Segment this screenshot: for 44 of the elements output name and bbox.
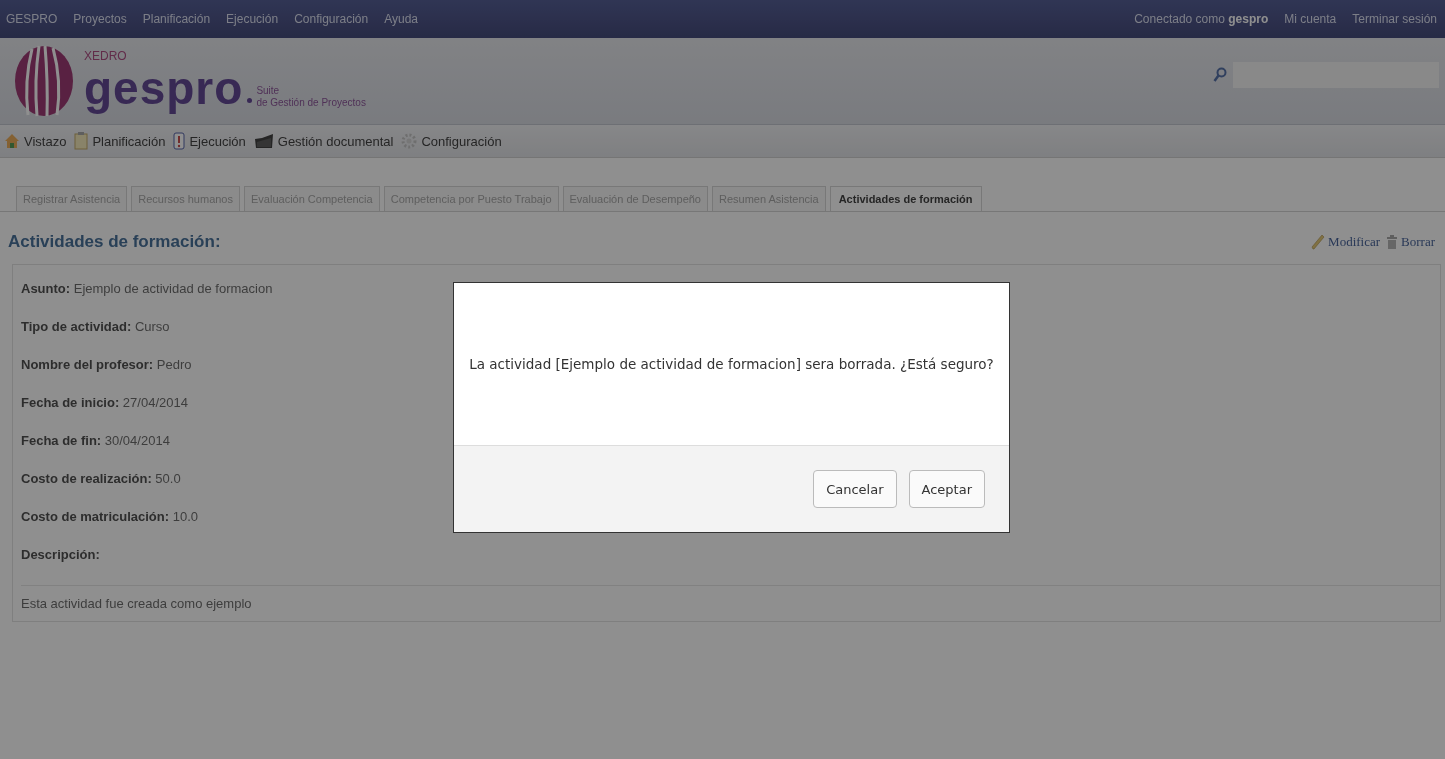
alert-icon	[173, 132, 186, 150]
logo-wordmark: gespro	[84, 63, 244, 113]
detail-text: Nombre del profesor: Pedro	[21, 357, 192, 372]
detail-text: Fecha de fin: 30/04/2014	[21, 433, 170, 448]
logo-tagline: de Gestión de Proyectos	[256, 97, 366, 109]
search-icon	[1213, 67, 1227, 83]
dialog-button[interactable]: Cancelar	[813, 470, 897, 508]
detail-text: Fecha de inicio: 27/04/2014	[21, 395, 188, 410]
nav-item[interactable]: Ejecución	[173, 132, 246, 150]
gear-icon	[401, 133, 418, 149]
nav-item[interactable]: Planificación	[74, 132, 166, 150]
pencil-icon	[1311, 234, 1326, 250]
top-menu-item[interactable]: GESPRO	[6, 12, 58, 26]
tab[interactable]: Actividades de formación	[829, 186, 982, 211]
dialog-button[interactable]: Aceptar	[908, 470, 985, 508]
top-menu-item[interactable]: Configuración	[294, 12, 369, 26]
logo-dot-icon	[247, 98, 253, 103]
account-link[interactable]: Terminar sesión	[1352, 12, 1437, 26]
connected-user-text: Conectado como gespro	[1134, 12, 1269, 26]
house-icon	[4, 133, 20, 149]
dialog-message: La actividad [Ejemplo de actividad de formacion] sera borrada. ¿Está seguro?	[469, 356, 994, 372]
detail-text: Costo de matriculación: 10.0	[21, 509, 198, 524]
clipboard-icon	[74, 132, 89, 150]
action-link[interactable]: Borrar	[1386, 234, 1435, 250]
folder-icon	[253, 133, 274, 149]
top-menu-item[interactable]: Ayuda	[384, 12, 418, 26]
nav-item[interactable]: Vistazo	[4, 133, 67, 149]
nav-item[interactable]: Gestión documental	[253, 133, 394, 149]
logo-icon	[14, 45, 74, 117]
section-title: Actividades de formación:	[8, 232, 221, 252]
account-link[interactable]: Mi cuenta	[1284, 12, 1337, 26]
description-text: Esta actividad fue creada como ejemplo	[21, 596, 252, 611]
detail-label: Descripción:	[21, 547, 100, 562]
logo-brand: XEDRO	[84, 49, 128, 63]
detail-text: Tipo de actividad: Curso	[21, 319, 170, 334]
detail-text: Asunto: Ejemplo de actividad de formacion	[21, 281, 273, 296]
top-menu-item[interactable]: Planificación	[142, 12, 211, 26]
top-menu-item[interactable]: Ejecución	[226, 12, 279, 26]
action-link[interactable]: Modificar	[1311, 234, 1381, 250]
detail-text: Costo de realización: 50.0	[21, 471, 181, 486]
nav-item[interactable]: Configuración	[401, 133, 502, 149]
logo-tagline: Suite	[256, 85, 281, 97]
top-menu-item[interactable]: Proyectos	[73, 12, 127, 26]
trash-icon	[1386, 235, 1399, 249]
